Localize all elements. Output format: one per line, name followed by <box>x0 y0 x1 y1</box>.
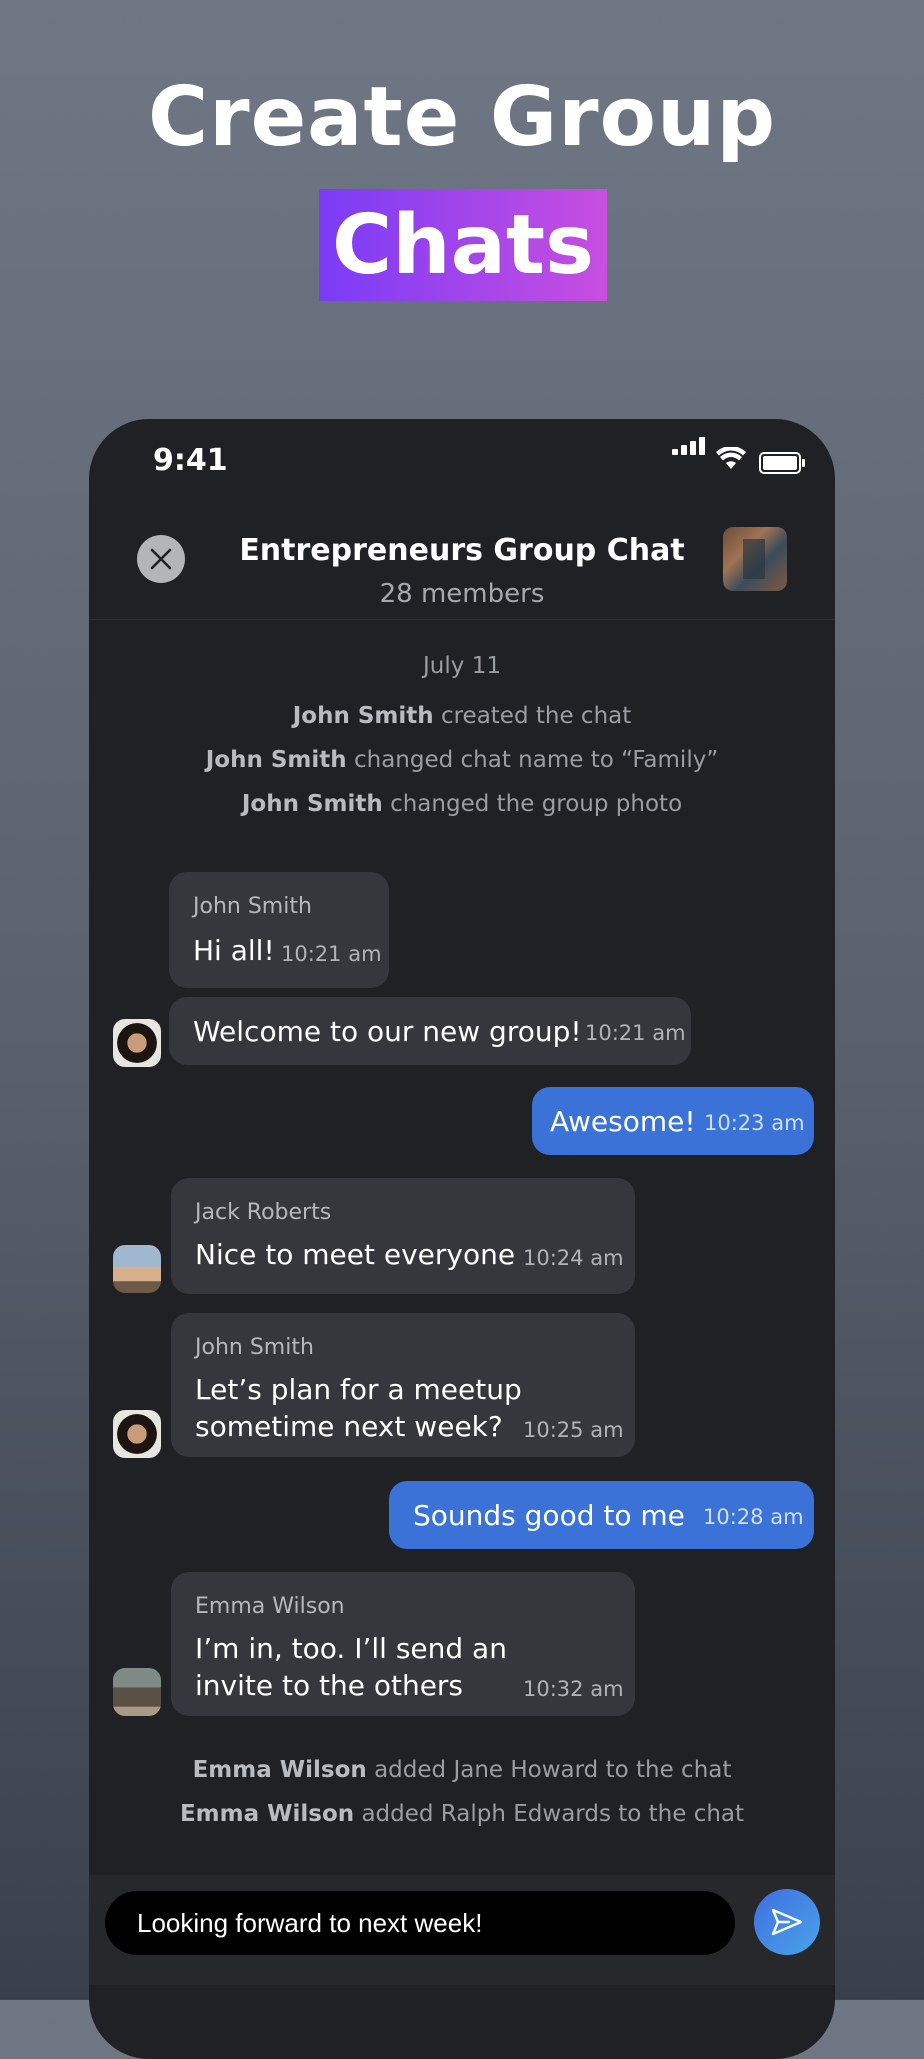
wifi-icon <box>716 447 746 469</box>
message-time: 10:32 am <box>523 1677 624 1701</box>
message-text: Hi all! <box>193 934 275 967</box>
message-bubble-outgoing[interactable]: Awesome! 10:23 am <box>532 1087 814 1155</box>
sender-name: Jack Roberts <box>195 1200 332 1225</box>
message-bubble[interactable]: Emma Wilson I’m in, too. I’ll send an in… <box>171 1572 635 1716</box>
avatar[interactable] <box>113 1245 161 1293</box>
hero-title: Create Group <box>147 70 777 165</box>
sender-name: John Smith <box>193 894 312 919</box>
message-text: I’m in, too. I’ll send an <box>195 1632 507 1665</box>
avatar[interactable] <box>113 1019 161 1067</box>
message-time: 10:24 am <box>523 1246 624 1270</box>
status-bar: 9:41 <box>89 419 835 479</box>
message-time: 10:28 am <box>703 1505 804 1529</box>
battery-icon <box>759 452 805 474</box>
group-photo[interactable] <box>723 527 787 591</box>
sender-name: Emma Wilson <box>195 1594 345 1619</box>
message-text: Sounds good to me <box>413 1499 685 1532</box>
message-time: 10:21 am <box>585 1021 686 1045</box>
avatar[interactable] <box>113 1668 161 1716</box>
message-bubble-outgoing[interactable]: Sounds good to me 10:28 am <box>389 1481 814 1549</box>
system-event: John Smith changed chat name to “Family” <box>205 747 719 773</box>
message-text: Nice to meet everyone <box>195 1238 516 1271</box>
system-event: Emma Wilson added Jane Howard to the cha… <box>192 1757 732 1783</box>
message-bubble[interactable]: Jack Roberts Nice to meet everyone 10:24… <box>171 1178 635 1294</box>
message-input[interactable]: Looking forward to next week! <box>105 1891 735 1955</box>
message-text: Welcome to our new group! <box>193 1015 582 1048</box>
message-composer: Looking forward to next week! <box>89 1875 835 1985</box>
message-text: invite to the others <box>195 1669 464 1702</box>
system-event: John Smith created the chat <box>292 703 632 729</box>
send-button[interactable] <box>754 1889 820 1955</box>
avatar[interactable] <box>113 1410 161 1458</box>
chat-header: Entrepreneurs Group Chat 28 members <box>89 509 835 620</box>
message-time: 10:21 am <box>281 942 382 966</box>
send-icon <box>771 1908 803 1936</box>
message-text: Awesome! <box>550 1105 696 1138</box>
phone-frame: 9:41 Entrepreneurs Group Chat 28 members… <box>89 419 835 2059</box>
sender-name: John Smith <box>195 1335 314 1360</box>
message-bubble[interactable]: John Smith Hi all! 10:21 am <box>169 872 389 988</box>
system-event: John Smith changed the group photo <box>241 791 683 817</box>
status-time: 9:41 <box>153 443 228 478</box>
message-time: 10:25 am <box>523 1418 624 1442</box>
message-bubble[interactable]: Welcome to our new group! 10:21 am <box>169 997 691 1065</box>
message-time: 10:23 am <box>704 1111 805 1135</box>
message-text: sometime next week? <box>195 1410 503 1443</box>
date-separator: July 11 <box>423 653 501 679</box>
hero-highlight: Chats <box>319 189 607 301</box>
message-text: Let’s plan for a meetup <box>195 1373 522 1406</box>
message-bubble[interactable]: John Smith Let’s plan for a meetup somet… <box>171 1313 635 1457</box>
system-event: Emma Wilson added Ralph Edwards to the c… <box>179 1801 745 1827</box>
